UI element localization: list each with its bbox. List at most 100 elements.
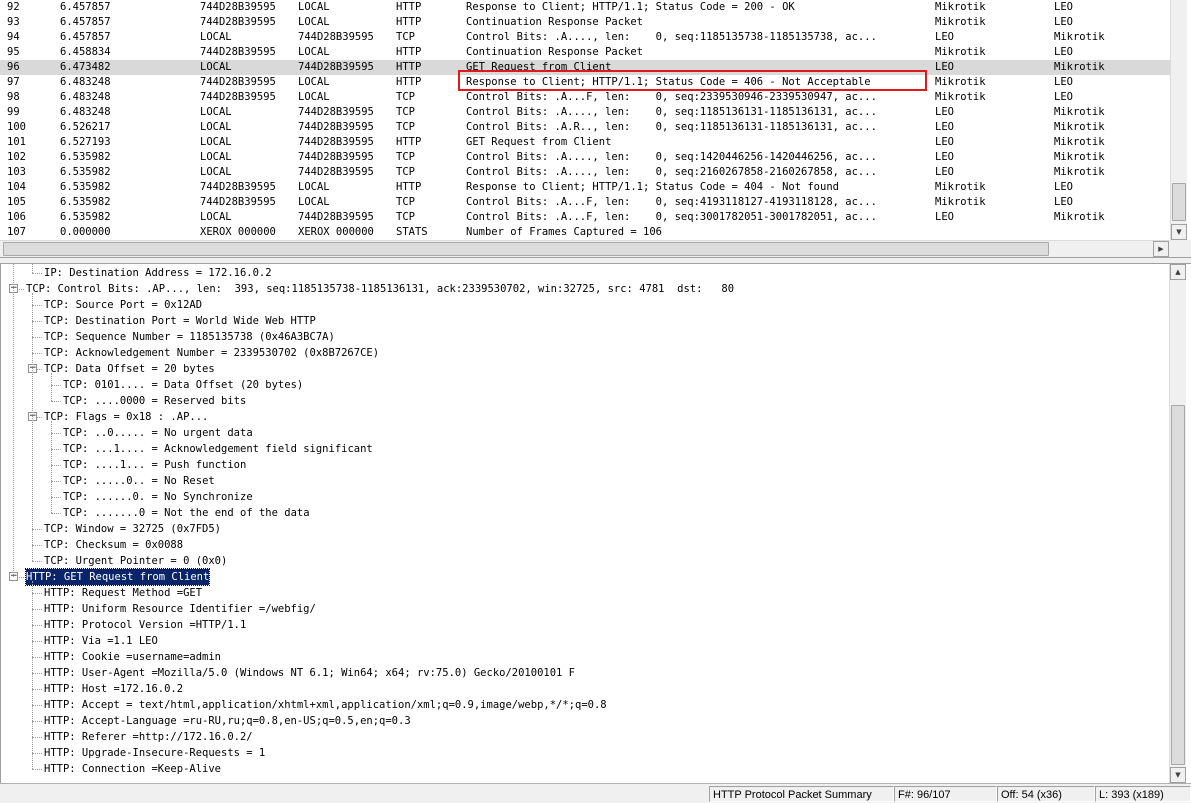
tree-node-field[interactable]: HTTP: Referer =http://172.16.0.2/ — [1, 729, 1167, 745]
packet-row[interactable]: 92 6.457857 744D28B39595 LOCAL HTTP Response … — [0, 0, 1170, 15]
packet-src-other: Mikrotik — [935, 76, 986, 88]
packet-source: LOCAL — [200, 136, 232, 148]
tree-node-field[interactable]: IP: Destination Address = 172.16.0.2 — [1, 265, 1167, 281]
tree-node-field[interactable]: TCP: ....0000 = Reserved bits — [1, 393, 1167, 409]
tree-node-field[interactable]: TCP: Destination Port = World Wide Web H… — [1, 313, 1167, 329]
packet-number: 103 — [7, 166, 26, 178]
tree-node-field[interactable]: TCP: ....1... = Push function — [1, 457, 1167, 473]
tree-node-field[interactable]: HTTP: Accept = text/html,application/xht… — [1, 697, 1167, 713]
packet-protocol: HTTP — [396, 46, 422, 58]
tree-node-label: TCP: ....0000 = Reserved bits — [63, 395, 247, 407]
packet-row[interactable]: 95 6.458834 744D28B39595 LOCAL HTTP Continuat… — [0, 45, 1170, 60]
packet-src-other: Mikrotik — [935, 196, 986, 208]
tree-node-label: HTTP: GET Request from Client — [24, 568, 211, 586]
tree-node-field[interactable]: TCP: ......0. = No Synchronize — [1, 489, 1167, 505]
tree-connector-line — [32, 641, 42, 642]
status-summary: HTTP Protocol Packet Summary — [709, 786, 894, 802]
tree-node-field[interactable]: TCP: 0101.... = Data Offset (20 bytes) — [1, 377, 1167, 393]
tree-node-label: TCP: Data Offset = 20 bytes — [44, 363, 215, 375]
packet-description: Control Bits: .A...F, len: 0, seq:300178… — [466, 211, 877, 223]
packet-src-other: LEO — [935, 121, 954, 133]
detail-vertical-thumb[interactable] — [1171, 405, 1185, 765]
packet-source: 744D28B39595 — [200, 181, 276, 193]
packet-dst-other: Mikrotik — [1054, 136, 1105, 148]
packet-number: 105 — [7, 196, 26, 208]
packet-description: Control Bits: .A...F, len: 0, seq:233953… — [466, 91, 877, 103]
packet-time: 6.535982 — [60, 196, 111, 208]
tree-node-field[interactable]: TCP: .....0.. = No Reset — [1, 473, 1167, 489]
packet-description: Control Bits: .A...F, len: 0, seq:419311… — [466, 196, 877, 208]
packet-row[interactable]: 94 6.457857 LOCAL 744D28B39595 TCP Control Bi… — [0, 30, 1170, 45]
detail-scroll-up-arrow-icon[interactable]: ▲ — [1170, 264, 1186, 280]
packet-row[interactable]: 106 6.535982 LOCAL 744D28B39595 TCP Control B… — [0, 210, 1170, 225]
tree-node-field[interactable]: HTTP: User-Agent =Mozilla/5.0 (Windows N… — [1, 665, 1167, 681]
tree-node-field[interactable]: HTTP: Protocol Version =HTTP/1.1 — [1, 617, 1167, 633]
tree-node-label: HTTP: User-Agent =Mozilla/5.0 (Windows N… — [44, 667, 576, 679]
packet-row[interactable]: 104 6.535982 744D28B39595 LOCAL HTTP Response… — [0, 180, 1170, 195]
tree-node-field[interactable]: TCP: Acknowledgement Number = 2339530702… — [1, 345, 1167, 361]
tree-node-field[interactable]: HTTP: Upgrade-Insecure-Requests = 1 — [1, 745, 1167, 761]
tree-node-label: HTTP: Accept-Language =ru-RU,ru;q=0.8,en… — [44, 715, 411, 727]
tree-node-field[interactable]: HTTP: Via =1.1 LEO — [1, 633, 1167, 649]
tree-node-protocol[interactable]: − TCP: Control Bits: .AP..., len: 393, se… — [1, 281, 1167, 297]
tree-node-label: HTTP: Connection =Keep-Alive — [44, 763, 222, 775]
packet-protocol: HTTP — [396, 61, 422, 73]
packet-row[interactable]: 105 6.535982 744D28B39595 LOCAL TCP Control B… — [0, 195, 1170, 210]
packet-row[interactable]: 102 6.535982 LOCAL 744D28B39595 TCP Control B… — [0, 150, 1170, 165]
packet-row[interactable]: 93 6.457857 744D28B39595 LOCAL HTTP Continuat… — [0, 15, 1170, 30]
tree-node-field[interactable]: − TCP: Flags = 0x18 : .AP... — [1, 409, 1167, 425]
tree-node-protocol[interactable]: − HTTP: GET Request from Client — [1, 568, 1167, 586]
tree-node-field[interactable]: HTTP: Request Method =GET — [1, 585, 1167, 601]
tree-connector-line — [32, 337, 42, 338]
tree-connector-line — [32, 321, 42, 322]
detail-vertical-scrollbar[interactable]: ▲ ▼ — [1169, 264, 1186, 783]
packet-number: 104 — [7, 181, 26, 193]
pane-splitter[interactable] — [0, 257, 1191, 264]
packet-description: Control Bits: .A...., len: 0, seq:118513… — [466, 106, 877, 118]
packet-list-vertical-thumb[interactable] — [1172, 183, 1186, 221]
packet-dst-other: LEO — [1054, 196, 1073, 208]
tree-node-field[interactable]: HTTP: Connection =Keep-Alive — [1, 761, 1167, 777]
scroll-right-arrow-icon[interactable]: ▶ — [1153, 241, 1169, 257]
tree-node-field[interactable]: TCP: ...1.... = Acknowledgement field si… — [1, 441, 1167, 457]
packet-row[interactable]: 99 6.483248 LOCAL 744D28B39595 TCP Control Bi… — [0, 105, 1170, 120]
packet-row[interactable]: 98 6.483248 744D28B39595 LOCAL TCP Control Bi… — [0, 90, 1170, 105]
packet-source: LOCAL — [200, 106, 232, 118]
packet-row[interactable]: 107 0.000000 XEROX 000000 XEROX 000000 STATS… — [0, 225, 1170, 240]
tree-node-field[interactable]: TCP: Sequence Number = 1185135738 (0x46A… — [1, 329, 1167, 345]
packet-list-horizontal-thumb[interactable] — [3, 242, 1049, 256]
tree-connector-line — [51, 401, 61, 402]
tree-node-field[interactable]: − TCP: Data Offset = 20 bytes — [1, 361, 1167, 377]
tree-node-field[interactable]: HTTP: Accept-Language =ru-RU,ru;q=0.8,en… — [1, 713, 1167, 729]
packet-dst-other: LEO — [1054, 91, 1073, 103]
packet-src-other: LEO — [935, 106, 954, 118]
tree-node-field[interactable]: TCP: Source Port = 0x12AD — [1, 297, 1167, 313]
detail-scroll-down-arrow-icon[interactable]: ▼ — [1170, 767, 1186, 783]
packet-row[interactable]: 100 6.526217 LOCAL 744D28B39595 TCP Control B… — [0, 120, 1170, 135]
tree-node-field[interactable]: TCP: Urgent Pointer = 0 (0x0) — [1, 553, 1167, 569]
packet-list-horizontal-scrollbar[interactable]: ▶ — [0, 240, 1170, 257]
packet-list-vertical-scrollbar[interactable]: ▼ — [1170, 0, 1187, 240]
tree-node-field[interactable]: TCP: .......0 = Not the end of the data — [1, 505, 1167, 521]
tree-node-field[interactable]: TCP: ..0..... = No urgent data — [1, 425, 1167, 441]
tree-connector-line — [32, 529, 42, 530]
packet-row[interactable]: 103 6.535982 LOCAL 744D28B39595 TCP Control B… — [0, 165, 1170, 180]
tree-node-field[interactable]: HTTP: Uniform Resource Identifier =/webf… — [1, 601, 1167, 617]
tree-node-label: TCP: Window = 32725 (0x7FD5) — [44, 523, 222, 535]
tree-connector-line — [51, 497, 61, 498]
tree-connector-line — [32, 581, 33, 769]
packet-src-other: LEO — [935, 61, 954, 73]
scroll-down-arrow-icon[interactable]: ▼ — [1171, 224, 1187, 240]
tree-node-field[interactable]: TCP: Checksum = 0x0088 — [1, 537, 1167, 553]
packet-dst-other: Mikrotik — [1054, 31, 1105, 43]
packet-description: Response to Client; HTTP/1.1; Status Cod… — [466, 1, 795, 13]
tree-node-field[interactable]: HTTP: Host =172.16.0.2 — [1, 681, 1167, 697]
tree-node-field[interactable]: HTTP: Cookie =username=admin — [1, 649, 1167, 665]
packet-row[interactable]: 101 6.527193 LOCAL 744D28B39595 HTTP GET Requ… — [0, 135, 1170, 150]
tree-connector-line — [51, 513, 61, 514]
tree-node-field[interactable]: TCP: Window = 32725 (0x7FD5) — [1, 521, 1167, 537]
packet-source: 744D28B39595 — [200, 16, 276, 28]
tree-connector-line — [32, 705, 42, 706]
packet-destination: 744D28B39595 — [298, 106, 374, 118]
packet-protocol: HTTP — [396, 136, 422, 148]
